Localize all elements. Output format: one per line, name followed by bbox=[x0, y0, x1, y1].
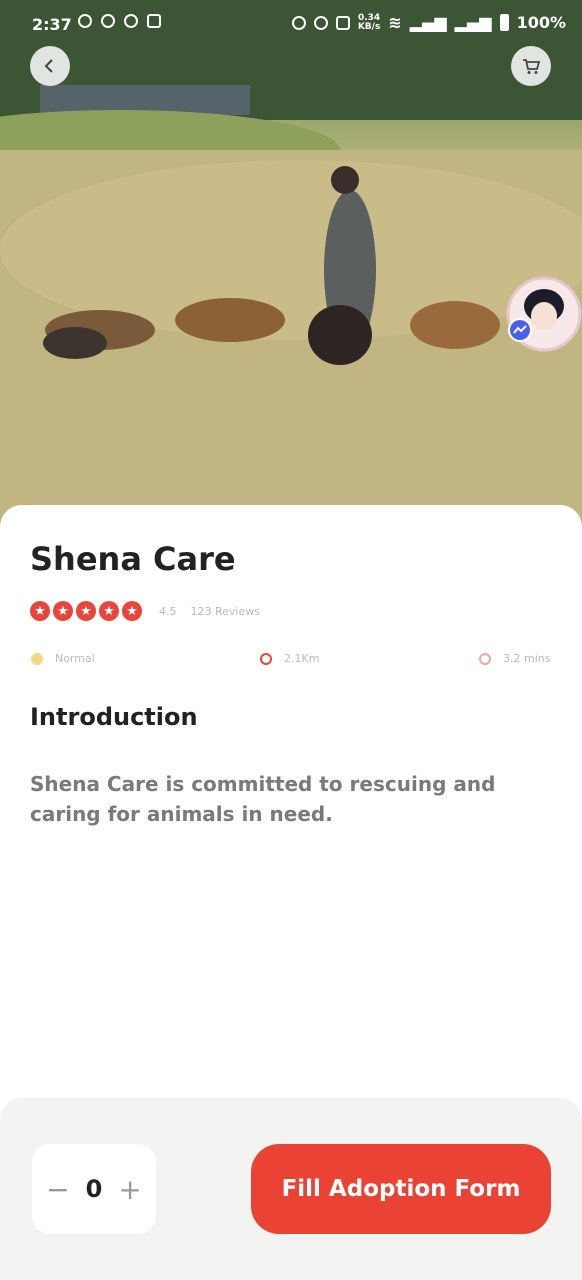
rating-value: 4.5 bbox=[159, 604, 177, 618]
increment-button[interactable]: + bbox=[118, 1173, 141, 1206]
intro-text: Shena Care is committed to rescuing and … bbox=[30, 772, 496, 826]
back-button[interactable] bbox=[30, 46, 70, 86]
messenger-chat-head[interactable] bbox=[506, 272, 582, 358]
distance-info: 2.1Km bbox=[260, 652, 319, 665]
status-bar: 2:37 0.34 KB/s ≋ ▂▄▆ ▂▄▆ 100% bbox=[0, 0, 582, 50]
hero-image bbox=[0, 0, 582, 530]
star-icon: ★ bbox=[53, 601, 73, 621]
bottom-action-bar: − 0 + Fill Adoption Form bbox=[0, 1098, 582, 1280]
star-icon: ★ bbox=[122, 601, 142, 621]
level-dot-icon bbox=[31, 652, 43, 665]
signal-icon: ▂▄▆ bbox=[409, 13, 447, 32]
page-title: Shena Care bbox=[30, 540, 236, 578]
wifi-icon: ≋ bbox=[388, 13, 402, 32]
decrement-button[interactable]: − bbox=[46, 1173, 69, 1206]
quantity-value: 0 bbox=[85, 1175, 103, 1203]
intro-heading: Introduction bbox=[30, 703, 198, 731]
quantity-stepper: − 0 + bbox=[32, 1144, 156, 1234]
cart-icon bbox=[523, 59, 541, 74]
rating-row: ★ ★ ★ ★ ★ 4.5 123 Reviews bbox=[30, 601, 260, 621]
star-icon: ★ bbox=[99, 601, 119, 621]
location-target-icon bbox=[260, 652, 272, 665]
network-speed-unit: KB/s bbox=[357, 21, 381, 32]
review-count: 123 Reviews bbox=[190, 604, 260, 618]
video-icon bbox=[147, 14, 161, 28]
alarm-clock-icon bbox=[479, 652, 491, 665]
facebook-icon bbox=[124, 14, 138, 28]
star-icon: ★ bbox=[76, 601, 96, 621]
level-info: Normal bbox=[31, 652, 95, 665]
snapchat-icon bbox=[78, 14, 92, 28]
network-speed: 0.34 KB/s bbox=[357, 13, 381, 32]
signal-2-icon: ▂▄▆ bbox=[454, 13, 492, 32]
level-text: Normal bbox=[55, 652, 95, 665]
system-icons: 0.34 KB/s ≋ ▂▄▆ ▂▄▆ 100% bbox=[291, 13, 566, 32]
star-icon: ★ bbox=[30, 601, 50, 621]
time-info: 3.2 mins bbox=[479, 652, 550, 665]
add-circle-icon bbox=[313, 15, 328, 30]
status-time: 2:37 bbox=[32, 15, 72, 34]
cart-button[interactable] bbox=[511, 46, 551, 86]
cast-icon bbox=[335, 15, 350, 30]
chevron-left-icon bbox=[44, 59, 53, 73]
notification-icons bbox=[78, 14, 161, 28]
alarm-icon bbox=[291, 15, 306, 30]
details-sheet: Shena Care ★ ★ ★ ★ ★ 4.5 123 Reviews Nor… bbox=[0, 505, 582, 1105]
battery-icon bbox=[499, 14, 509, 31]
time-text: 3.2 mins bbox=[503, 652, 551, 665]
gear-icon bbox=[101, 14, 115, 28]
battery-percent: 100% bbox=[516, 13, 566, 32]
fill-adoption-form-button[interactable]: Fill Adoption Form bbox=[251, 1144, 551, 1234]
distance-text: 2.1Km bbox=[284, 652, 320, 665]
